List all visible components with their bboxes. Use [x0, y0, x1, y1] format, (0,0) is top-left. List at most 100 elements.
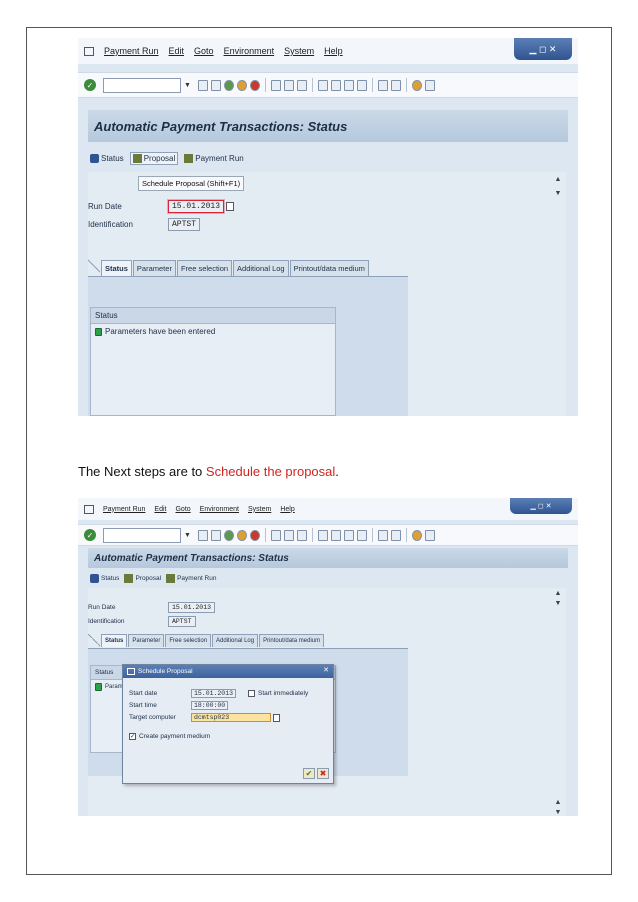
first-page-icon[interactable]: [317, 79, 328, 91]
menu-payment-run[interactable]: Payment Run: [104, 46, 159, 56]
payment-run-button[interactable]: Payment Run: [166, 573, 216, 583]
menu-system[interactable]: System: [248, 506, 271, 513]
target-computer-field[interactable]: dcmtsp023: [191, 713, 271, 722]
scroll-up-icon[interactable]: ▲: [554, 799, 562, 806]
help-icon[interactable]: [411, 529, 422, 541]
run-date-field[interactable]: 15.01.2013: [168, 200, 225, 213]
next-page-icon[interactable]: [343, 79, 354, 91]
tab-status[interactable]: Status: [101, 260, 132, 276]
back-arrow-icon[interactable]: [197, 529, 208, 541]
tab-additional-log[interactable]: Additional Log: [212, 634, 259, 647]
value-help-icon[interactable]: [273, 713, 280, 722]
identification-field[interactable]: APTST: [168, 616, 196, 627]
menu-help[interactable]: Help: [324, 46, 343, 56]
last-page-icon[interactable]: [356, 529, 367, 541]
start-immediately-checkbox[interactable]: [248, 690, 256, 697]
status-message: Parameters have been entered: [105, 327, 216, 336]
menu-help[interactable]: Help: [280, 506, 294, 513]
help-icon[interactable]: [411, 79, 422, 91]
page-title: Automatic Payment Transactions: Status: [88, 110, 568, 142]
first-page-icon[interactable]: [317, 529, 328, 541]
find-icon[interactable]: [283, 529, 294, 541]
menu-environment[interactable]: Environment: [200, 506, 239, 513]
tab-printout-data-medium[interactable]: Printout/data medium: [259, 634, 325, 647]
identification-row: Identification APTST: [88, 218, 201, 231]
status-button[interactable]: Status: [90, 573, 119, 583]
menu-icon[interactable]: [84, 46, 94, 56]
command-field[interactable]: [103, 77, 181, 93]
layout-icon[interactable]: [424, 529, 435, 541]
tab-parameter[interactable]: Parameter: [128, 634, 165, 647]
tab-additional-log[interactable]: Additional Log: [233, 260, 289, 276]
print-icon[interactable]: [270, 529, 281, 541]
application-toolbar: Status Proposal Payment Run: [90, 570, 216, 586]
tab-parameter[interactable]: Parameter: [132, 260, 176, 276]
back-icon[interactable]: [223, 79, 234, 91]
menu-system[interactable]: System: [284, 46, 314, 56]
start-date-field[interactable]: 15.01.2013: [191, 689, 237, 698]
new-session-icon[interactable]: [377, 529, 388, 541]
create-payment-medium-checkbox[interactable]: ✓: [129, 733, 136, 740]
save-icon[interactable]: [210, 79, 221, 91]
status-button[interactable]: Status: [90, 153, 124, 163]
scroll-up-icon[interactable]: ▲: [554, 176, 562, 183]
cancel-button[interactable]: ✖: [317, 768, 329, 779]
print-icon[interactable]: [270, 79, 281, 91]
prev-page-icon[interactable]: [330, 79, 341, 91]
enter-icon[interactable]: ✓: [84, 529, 96, 541]
confirm-button[interactable]: ✔: [303, 768, 315, 779]
calendar-icon[interactable]: [226, 202, 235, 211]
start-time-field[interactable]: 18:00:00: [191, 701, 229, 710]
chevron-down-icon[interactable]: ▼: [184, 82, 191, 89]
exit-icon[interactable]: [236, 529, 247, 541]
find-next-icon[interactable]: [296, 529, 307, 541]
proposal-button[interactable]: Proposal: [129, 151, 179, 165]
exit-icon[interactable]: [236, 79, 247, 91]
shortcut-icon[interactable]: [390, 79, 401, 91]
close-icon[interactable]: ✕: [323, 666, 329, 674]
scroll-down-icon[interactable]: ▼: [554, 600, 562, 607]
prev-page-icon[interactable]: [330, 529, 341, 541]
instruction-suffix: .: [335, 464, 339, 479]
menu-environment[interactable]: Environment: [224, 46, 275, 56]
scroll-down-icon[interactable]: ▼: [554, 809, 562, 816]
save-icon[interactable]: [210, 529, 221, 541]
menu-goto[interactable]: Goto: [175, 506, 190, 513]
green-status-icon: [95, 327, 102, 336]
tab-panel: Status Parameters have been entered: [88, 276, 408, 416]
back-icon[interactable]: [223, 529, 234, 541]
back-arrow-icon[interactable]: [197, 79, 208, 91]
find-next-icon[interactable]: [296, 79, 307, 91]
tab-status[interactable]: Status: [101, 634, 128, 647]
window-controls[interactable]: ▁ ◻ ✕: [514, 38, 572, 60]
scroll-down-icon[interactable]: ▼: [554, 190, 562, 197]
cancel-icon[interactable]: [249, 529, 260, 541]
enter-icon[interactable]: ✓: [84, 79, 96, 91]
chevron-down-icon[interactable]: ▼: [184, 532, 191, 539]
shortcut-icon[interactable]: [390, 529, 401, 541]
window-controls[interactable]: ▁ ◻ ✕: [510, 498, 572, 514]
proposal-button[interactable]: Proposal: [124, 573, 161, 583]
find-icon[interactable]: [283, 79, 294, 91]
menu-edit[interactable]: Edit: [169, 46, 185, 56]
menu-goto[interactable]: Goto: [194, 46, 214, 56]
command-field[interactable]: [103, 527, 181, 543]
next-page-icon[interactable]: [343, 529, 354, 541]
dialog-menu-icon[interactable]: [127, 668, 135, 675]
menu-edit[interactable]: Edit: [154, 506, 166, 513]
toolbar-divider: [371, 78, 373, 92]
identification-field[interactable]: APTST: [168, 218, 201, 231]
run-date-field[interactable]: 15.01.2013: [168, 602, 216, 613]
layout-icon[interactable]: [424, 79, 435, 91]
menu-icon[interactable]: [84, 504, 94, 514]
payment-run-button[interactable]: Payment Run: [184, 153, 244, 163]
scroll-up-icon[interactable]: ▲: [554, 590, 562, 597]
tab-printout-data-medium[interactable]: Printout/data medium: [289, 260, 369, 276]
menu-payment-run[interactable]: Payment Run: [103, 506, 145, 513]
identification-label: Identification: [88, 618, 125, 625]
new-session-icon[interactable]: [377, 79, 388, 91]
last-page-icon[interactable]: [356, 79, 367, 91]
tab-free-selection[interactable]: Free selection: [176, 260, 233, 276]
cancel-icon[interactable]: [249, 79, 260, 91]
tab-free-selection[interactable]: Free selection: [165, 634, 212, 647]
